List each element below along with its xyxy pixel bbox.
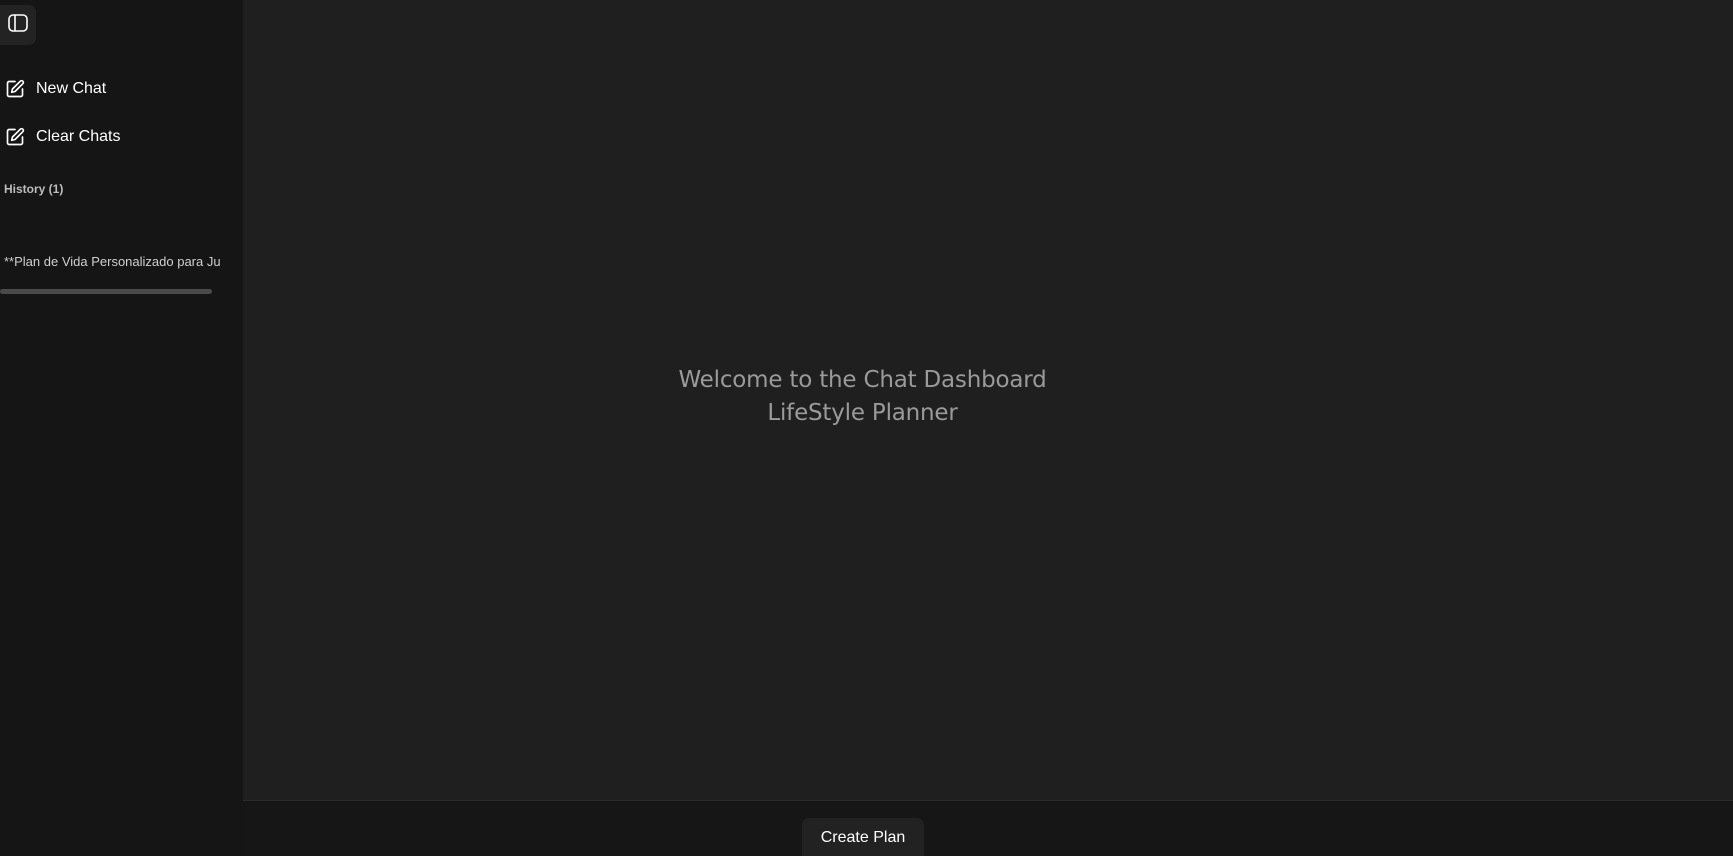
sidebar-toggle-icon: [1, 13, 28, 37]
welcome-title: Welcome to the Chat Dashboard: [678, 367, 1047, 393]
sidebar-toggle-button[interactable]: [0, 5, 36, 45]
edit-icon: [5, 127, 25, 147]
history-item[interactable]: **Plan de Vida Personalizado para Ju: [4, 254, 221, 269]
history-scrollbar-thumb[interactable]: [0, 289, 212, 294]
main-area: Welcome to the Chat Dashboard LifeStyle …: [243, 0, 1733, 800]
app-root: New Chat Clear Chats History (1) **Plan …: [0, 0, 1733, 856]
edit-icon: [5, 79, 25, 99]
history-scrollbar[interactable]: [0, 289, 243, 295]
sidebar: New Chat Clear Chats History (1) **Plan …: [0, 0, 243, 856]
clear-chats-label: Clear Chats: [36, 128, 121, 145]
bottom-bar: Create Plan: [243, 800, 1733, 856]
history-title: History (1): [4, 182, 64, 196]
clear-chats-button[interactable]: Clear Chats: [5, 125, 120, 149]
welcome-subtitle: LifeStyle Planner: [767, 400, 958, 426]
new-chat-button[interactable]: New Chat: [5, 77, 106, 101]
new-chat-label: New Chat: [36, 80, 107, 97]
create-plan-button[interactable]: Create Plan: [802, 818, 924, 856]
welcome-message: Welcome to the Chat Dashboard LifeStyle …: [243, 364, 1482, 430]
